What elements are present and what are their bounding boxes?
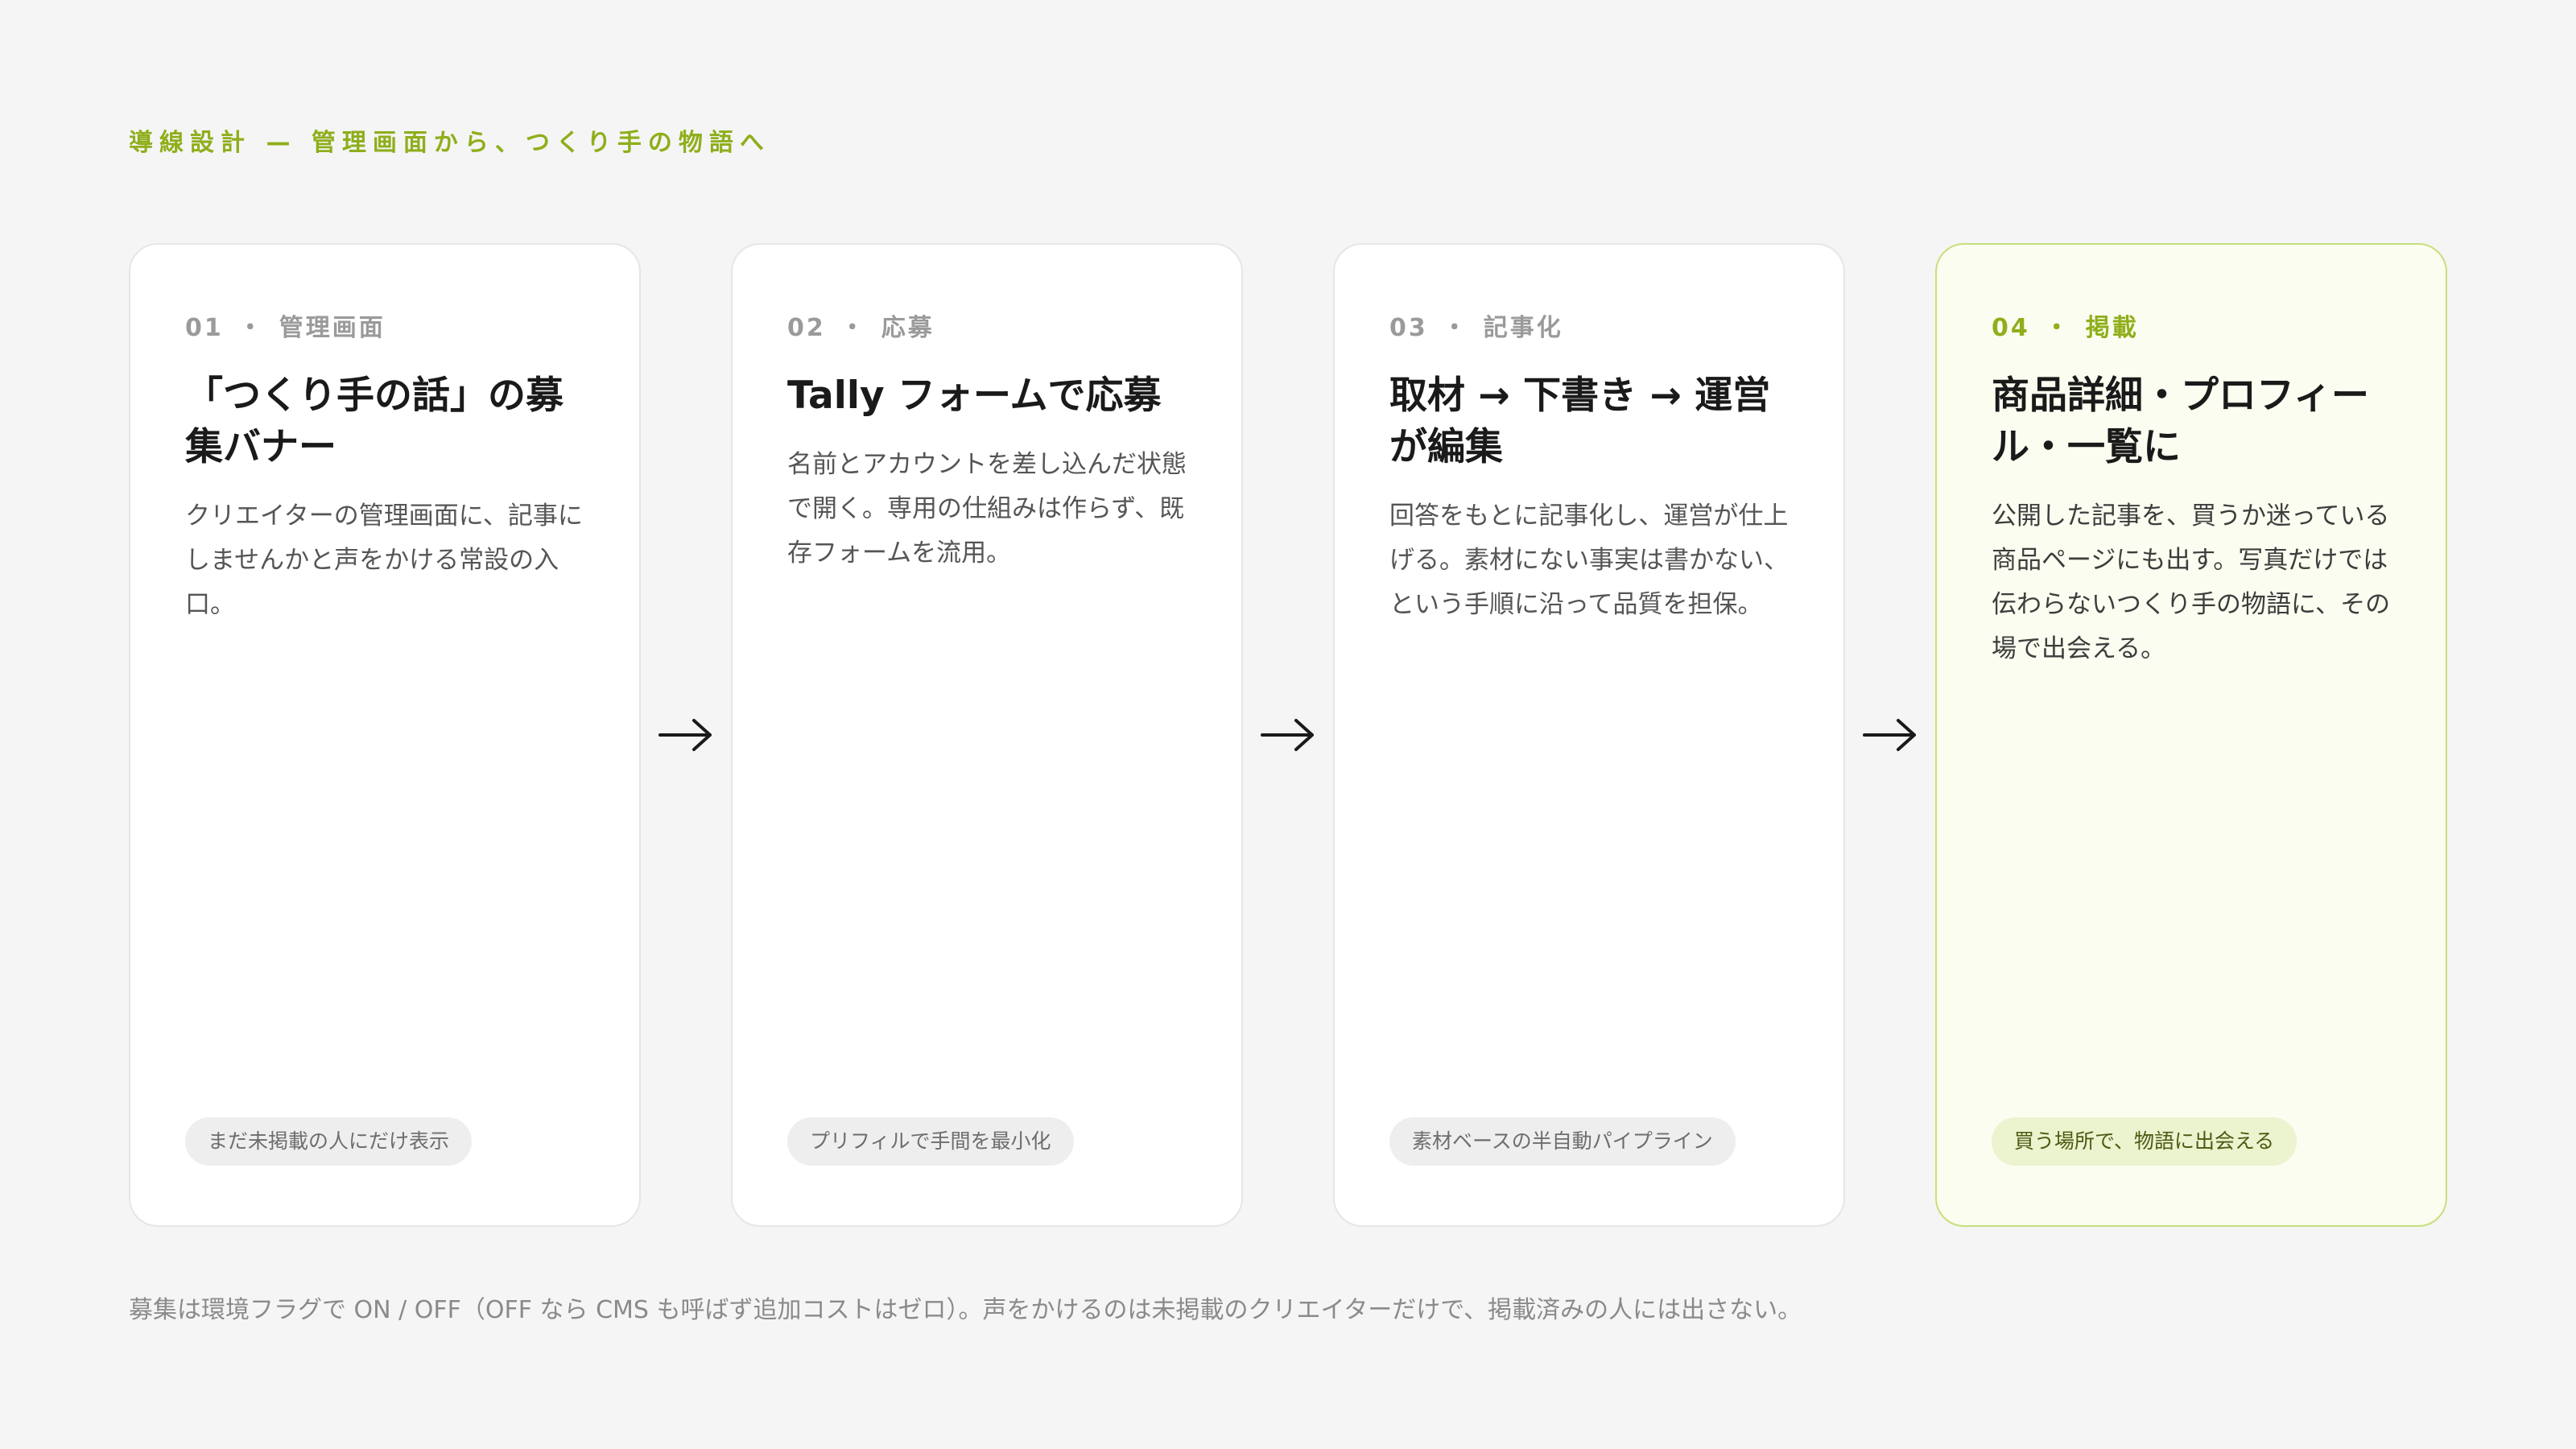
step-separator: ・ [2044, 314, 2071, 342]
step-title: 取材 → 下書き → 運営が編集 [1389, 374, 1771, 469]
step-category: 応募 [881, 314, 935, 342]
step-category: 管理画面 [279, 314, 386, 342]
step-number: 04 [1992, 314, 2030, 342]
step-card-4: 04 ・掲載 商品詳細・プロフィール・一覧に 公開した記事を、買うか迷っている商品… [1935, 243, 2447, 1227]
step-separator: ・ [840, 314, 867, 342]
arrow-right-icon [641, 243, 731, 1227]
section-eyebrow: 導線設計 — 管理画面から、つくり手の物語へ [129, 129, 770, 157]
step-number: 03 [1389, 314, 1428, 342]
step-number: 01 [185, 314, 224, 342]
step-card-3: 03 ・記事化 取材 → 下書き → 運営が編集 回答をもとに記事化し、運営が仕上… [1333, 243, 1845, 1227]
step-category: 掲載 [2085, 314, 2139, 342]
step-separator: ・ [237, 314, 265, 342]
step-title: 商品詳細・プロフィール・一覧に [1992, 374, 2370, 469]
step-title: Tally フォームで応募 [787, 374, 1162, 418]
step-tag: まだ未掲載の人にだけ表示 [185, 1117, 473, 1166]
step-label: 02 ・応募 [787, 308, 1187, 343]
step-tag: 買う場所で、物語に出会える [1992, 1117, 2297, 1166]
step-label: 04 ・掲載 [1992, 308, 2391, 343]
step-description: 公開した記事を、買うか迷っている商品ページにも出す。写真だけでは伝わらないつくり… [1992, 502, 2391, 663]
step-separator: ・ [1442, 314, 1469, 342]
step-tag: 素材ベースの半自動パイプライン [1389, 1117, 1736, 1166]
step-tag: プリフィルで手間を最小化 [787, 1117, 1074, 1166]
flow-steps: 01 ・管理画面 「つくり手の話」の募集バナー クリエイターの管理画面に、記事にし… [129, 243, 2447, 1227]
step-title: 「つくり手の話」の募集バナー [185, 374, 564, 469]
arrow-right-icon [1243, 243, 1333, 1227]
step-label: 01 ・管理画面 [185, 308, 584, 343]
step-description: 名前とアカウントを差し込んだ状態で開く。専用の仕組みは作らず、既存フォームを流用… [787, 450, 1187, 568]
step-card-2: 02 ・応募 Tally フォームで応募 名前とアカウントを差し込んだ状態で開く。… [731, 243, 1243, 1227]
page: 導線設計 — 管理画面から、つくり手の物語へ 01 ・管理画面 「つくり手の話」の… [0, 0, 2576, 1449]
step-card-1: 01 ・管理画面 「つくり手の話」の募集バナー クリエイターの管理画面に、記事にし… [129, 243, 641, 1227]
step-label: 03 ・記事化 [1389, 308, 1789, 343]
step-number: 02 [787, 314, 826, 342]
step-description: クリエイターの管理画面に、記事にしませんかと声をかける常設の入口。 [185, 502, 583, 619]
step-description: 回答をもとに記事化し、運営が仕上げる。素材にない事実は書かない、という手順に沿っ… [1389, 502, 1789, 619]
step-category: 記事化 [1483, 314, 1563, 342]
arrow-right-icon [1845, 243, 1935, 1227]
footnote: 募集は環境フラグで ON / OFF（OFF なら CMS も呼ばず追加コストは… [129, 1296, 1802, 1324]
